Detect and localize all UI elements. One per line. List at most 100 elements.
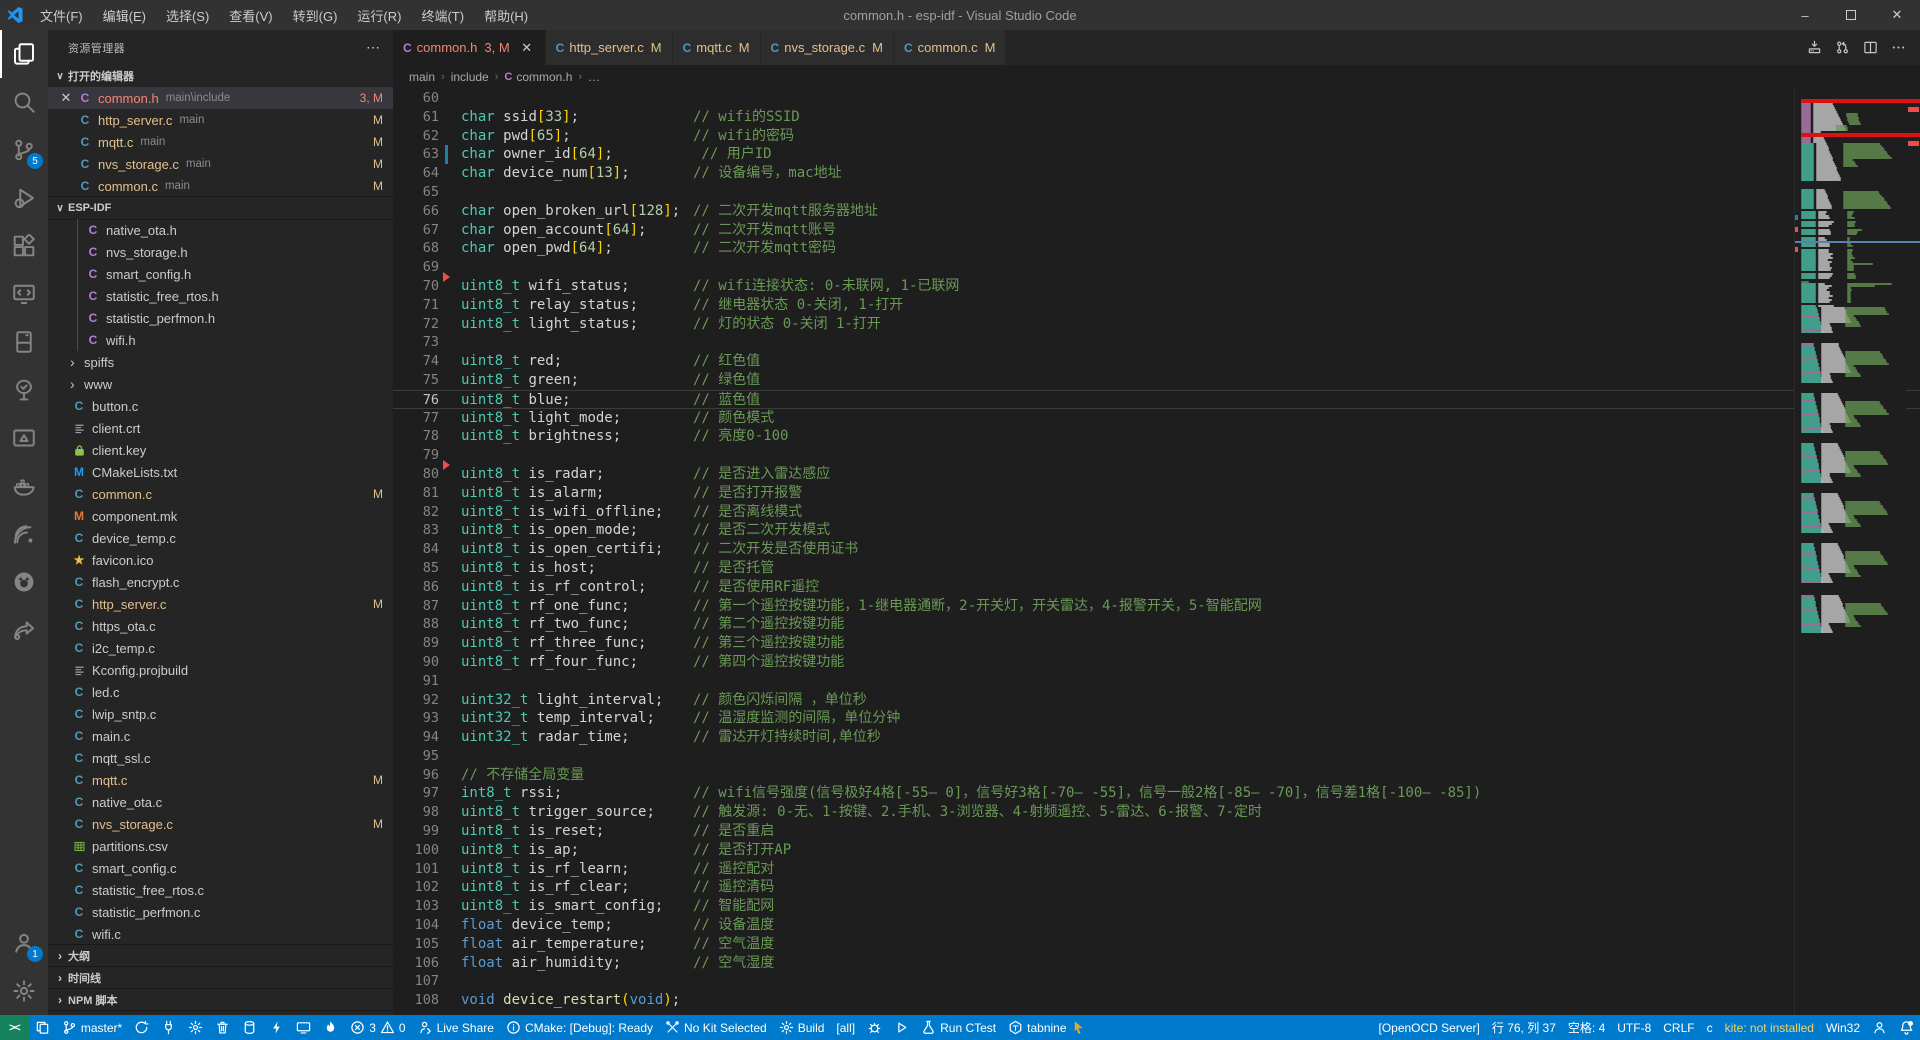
file-row[interactable]: Cbutton.c — [48, 395, 393, 417]
status-行-76-列-37[interactable]: 行 76, 列 37 — [1486, 1015, 1562, 1040]
menu-item-6[interactable]: 终端(T) — [411, 0, 474, 30]
open-editor-item[interactable]: Chttp_server.cmainM — [48, 109, 393, 131]
more-actions-icon[interactable]: ⋯ — [366, 39, 381, 56]
file-row[interactable]: Cdevice_temp.c — [48, 527, 393, 549]
activity-item-espressif[interactable] — [0, 510, 48, 558]
file-row[interactable]: Cnvs_storage.cM — [48, 813, 393, 835]
folder-row[interactable]: ›www — [48, 373, 393, 395]
open-editor-item[interactable]: Cnvs_storage.cmainM — [48, 153, 393, 175]
status-bug[interactable] — [861, 1015, 888, 1040]
status-utf-8[interactable]: UTF-8 — [1611, 1015, 1657, 1040]
activity-item-search[interactable] — [0, 78, 48, 126]
file-row[interactable]: Ccommon.cM — [48, 483, 393, 505]
status-monitor[interactable] — [290, 1015, 317, 1040]
file-row[interactable]: MCMakeLists.txt — [48, 461, 393, 483]
status-空格-4[interactable]: 空格: 4 — [1562, 1015, 1611, 1040]
run-install-button[interactable] — [1800, 34, 1828, 62]
file-row[interactable]: Cstatistic_perfmon.c — [48, 901, 393, 923]
file-row[interactable]: Cled.c — [48, 681, 393, 703]
file-row[interactable]: Clwip_sntp.c — [48, 703, 393, 725]
status-lightning[interactable] — [263, 1015, 290, 1040]
activity-item-live-share[interactable] — [0, 606, 48, 654]
status-openocd-server[interactable]: [OpenOCD Server] — [1372, 1015, 1485, 1040]
status-sync[interactable] — [128, 1015, 155, 1040]
file-row[interactable]: Cnative_ota.h — [48, 219, 393, 241]
status-kite-not-installed[interactable]: kite: not installed — [1719, 1015, 1820, 1040]
file-row[interactable]: Cstatistic_free_rtos.h — [48, 285, 393, 307]
close-icon[interactable]: ✕ — [56, 90, 76, 106]
project-section-header[interactable]: ∨ ESP-IDF — [48, 197, 393, 219]
close-button[interactable]: ✕ — [1874, 0, 1920, 30]
file-row[interactable]: Kconfig.projbuild — [48, 659, 393, 681]
open-editor-item[interactable]: ✕Ccommon.hmain\include3, M — [48, 87, 393, 109]
tab-http_server.c[interactable]: Chttp_server.cM — [546, 30, 673, 65]
menu-item-7[interactable]: 帮助(H) — [474, 0, 538, 30]
maximize-button[interactable] — [1828, 0, 1874, 30]
file-row[interactable]: Mcomponent.mk — [48, 505, 393, 527]
remote-indicator[interactable]: >< — [0, 1015, 29, 1040]
open-editor-item[interactable]: Cmqtt.cmainM — [48, 131, 393, 153]
tab-nvs_storage.c[interactable]: Cnvs_storage.cM — [761, 30, 894, 65]
status-gear[interactable] — [182, 1015, 209, 1040]
menu-item-0[interactable]: 文件(F) — [30, 0, 93, 30]
file-row[interactable]: Cnative_ota.c — [48, 791, 393, 813]
status-no-kit-selected[interactable]: No Kit Selected — [659, 1015, 773, 1040]
activity-item-account[interactable]: 1 — [0, 919, 48, 967]
status-cmake-debug-ready[interactable]: CMake: [Debug]: Ready — [500, 1015, 659, 1040]
code-editor[interactable]: 6061char ssid[33];// wifi的SSID62char pwd… — [393, 89, 1920, 1015]
status-win32[interactable]: Win32 — [1820, 1015, 1866, 1040]
activity-item-storage-explorer[interactable] — [0, 318, 48, 366]
status-run-ctest[interactable]: Run CTest — [915, 1015, 1002, 1040]
menu-item-4[interactable]: 转到(G) — [283, 0, 348, 30]
file-row[interactable]: client.crt — [48, 417, 393, 439]
status-play[interactable] — [888, 1015, 915, 1040]
status-tabnine[interactable]: tabnine — [1002, 1015, 1091, 1040]
status-copy[interactable] — [29, 1015, 56, 1040]
ellipsis-button[interactable] — [1884, 34, 1912, 62]
breadcrumb-item[interactable]: Ccommon.h — [504, 70, 572, 84]
file-row[interactable]: Cmain.c — [48, 725, 393, 747]
activity-item-github[interactable] — [0, 558, 48, 606]
activity-item-remote-explorer[interactable] — [0, 270, 48, 318]
split-editor-button[interactable] — [1856, 34, 1884, 62]
status-all[interactable]: [all] — [830, 1015, 861, 1040]
tab-common.h[interactable]: Ccommon.h3, M✕ — [393, 30, 546, 65]
file-row[interactable]: Cmqtt.cM — [48, 769, 393, 791]
file-row[interactable]: Csmart_config.c — [48, 857, 393, 879]
file-row[interactable]: Chttp_server.cM — [48, 593, 393, 615]
status-master[interactable]: master* — [56, 1015, 128, 1040]
status-trash[interactable] — [209, 1015, 236, 1040]
open-editors-section-header[interactable]: ∨ 打开的编辑器 — [48, 65, 393, 87]
activity-item-extensions[interactable] — [0, 222, 48, 270]
file-row[interactable]: Cstatistic_free_rtos.c — [48, 879, 393, 901]
file-row[interactable]: Cmqtt_ssl.c — [48, 747, 393, 769]
file-row[interactable]: Chttps_ota.c — [48, 615, 393, 637]
minimap[interactable] — [1794, 89, 1906, 1015]
tab-common.c[interactable]: Ccommon.cM — [894, 30, 1006, 65]
activity-item-run-debug[interactable] — [0, 174, 48, 222]
status-bell[interactable] — [1893, 1015, 1920, 1040]
activity-item-docker[interactable] — [0, 462, 48, 510]
open-editor-item[interactable]: Ccommon.cmainM — [48, 175, 393, 197]
activity-item-output-monitor[interactable] — [0, 414, 48, 462]
breadcrumb-item[interactable]: … — [588, 70, 600, 84]
tab-close-icon[interactable]: ✕ — [519, 40, 535, 56]
collapsed-section-2[interactable]: ›NPM 脚本 — [48, 989, 393, 1011]
menu-item-3[interactable]: 查看(V) — [219, 0, 282, 30]
status-3[interactable]: 30 — [344, 1015, 411, 1040]
folder-row[interactable]: ›spiffs — [48, 351, 393, 373]
status-crlf[interactable]: CRLF — [1657, 1015, 1700, 1040]
file-row[interactable]: Cflash_encrypt.c — [48, 571, 393, 593]
overview-ruler[interactable] — [1906, 89, 1920, 1015]
file-row[interactable]: Cnvs_storage.h — [48, 241, 393, 263]
file-row[interactable]: Cwifi.h — [48, 329, 393, 351]
status-flame[interactable] — [317, 1015, 344, 1040]
file-row[interactable]: Ci2c_temp.c — [48, 637, 393, 659]
tab-mqtt.c[interactable]: Cmqtt.cM — [673, 30, 761, 65]
file-row[interactable]: partitions.csv — [48, 835, 393, 857]
file-row[interactable]: Cwifi.c — [48, 923, 393, 945]
file-row[interactable]: client.key — [48, 439, 393, 461]
file-row[interactable]: ★favicon.ico — [48, 549, 393, 571]
git-compare-button[interactable] — [1828, 34, 1856, 62]
breadcrumb-item[interactable]: include — [451, 70, 489, 84]
